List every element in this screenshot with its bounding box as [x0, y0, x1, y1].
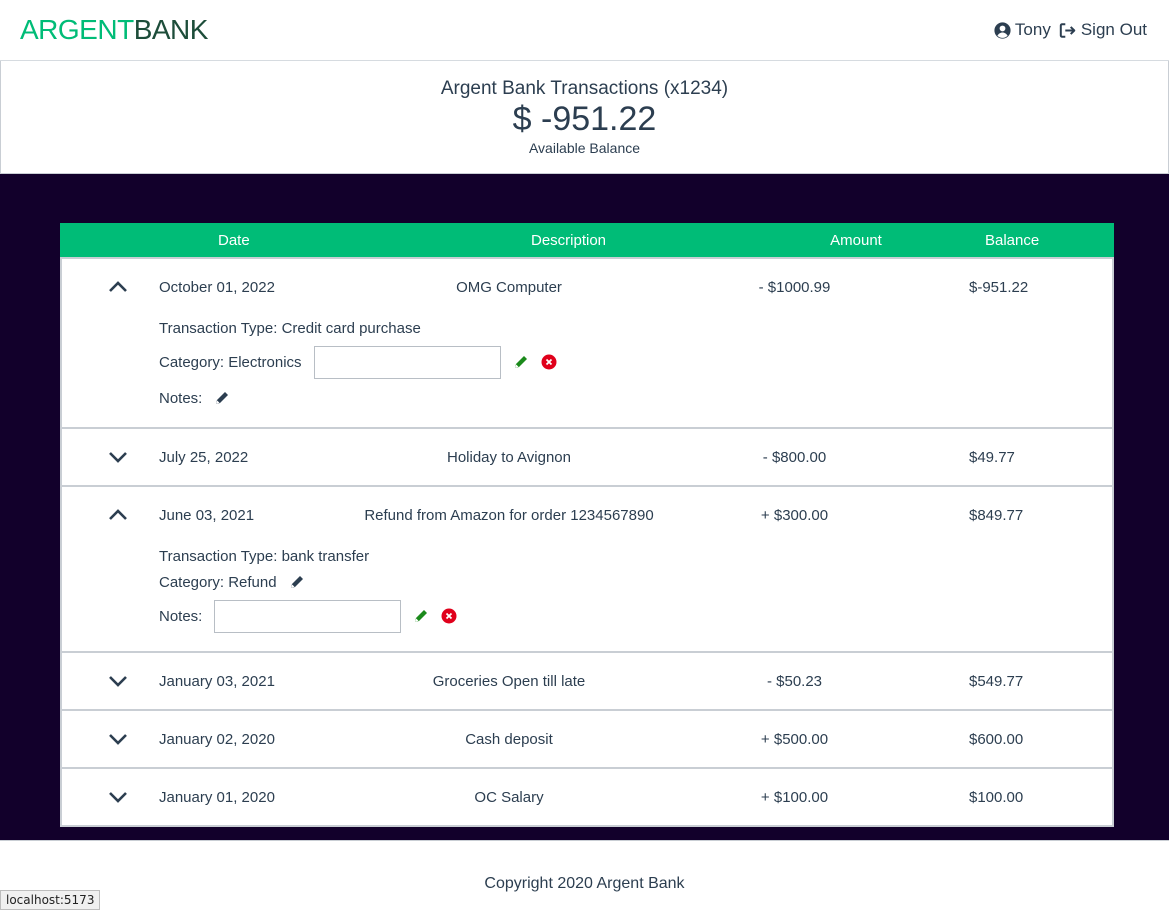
- transaction-balance: $849.77: [969, 506, 1024, 524]
- column-header-description: Description: [530, 231, 607, 249]
- transaction-amount: - $50.23: [766, 672, 823, 690]
- sign-out-icon: [1059, 22, 1077, 39]
- user-profile-link[interactable]: Tony: [994, 20, 1051, 40]
- transaction-type: Transaction Type: bank transfer: [159, 547, 370, 565]
- expand-chevron-down-icon[interactable]: [62, 733, 159, 745]
- transaction-amount: + $500.00: [760, 730, 829, 748]
- transaction-balance: $100.00: [969, 788, 1024, 806]
- transaction-balance: $49.77: [969, 448, 1015, 466]
- transaction-description: OMG Computer: [456, 278, 562, 296]
- transaction-date: July 25, 2022: [159, 448, 249, 466]
- collapse-chevron-up-icon[interactable]: [62, 281, 159, 293]
- transactions-table: Date Description Amount Balance October …: [60, 223, 1114, 827]
- notes-input[interactable]: [214, 599, 402, 633]
- transaction-description: Refund from Amazon for order 1234567890: [364, 506, 654, 524]
- transactions-section: Date Description Amount Balance October …: [0, 174, 1169, 840]
- transaction-row: January 01, 2020 OC Salary + $100.00 $10…: [60, 769, 1114, 827]
- nav-actions: Tony Sign Out: [994, 20, 1147, 40]
- transaction-date: June 03, 2021: [159, 506, 255, 524]
- notes-label: Notes:: [159, 389, 203, 407]
- transaction-balance: $549.77: [969, 672, 1024, 690]
- edit-pencil-icon[interactable]: [214, 390, 230, 406]
- expand-chevron-down-icon[interactable]: [62, 791, 159, 803]
- transaction-details: Transaction Type: bank transfer Category…: [62, 543, 1112, 651]
- transaction-balance: $600.00: [969, 730, 1024, 748]
- transaction-date: January 01, 2020: [159, 788, 275, 806]
- category-line: Category: Refund: [159, 569, 1112, 595]
- main-nav: ARGENTBANK Tony Sign Out: [0, 0, 1169, 61]
- account-header: Argent Bank Transactions (x1234) $ -951.…: [0, 61, 1169, 174]
- transaction-amount: + $300.00: [760, 506, 829, 524]
- collapse-chevron-up-icon[interactable]: [62, 509, 159, 521]
- transaction-date: October 01, 2022: [159, 278, 275, 296]
- table-header: Date Description Amount Balance: [60, 223, 1114, 257]
- transaction-date: January 03, 2021: [159, 672, 275, 690]
- transaction-row: January 03, 2021 Groceries Open till lat…: [60, 653, 1114, 711]
- argent-bank-logo[interactable]: ARGENTBANK: [20, 14, 208, 46]
- transaction-description: Groceries Open till late: [432, 672, 586, 690]
- transaction-row: October 01, 2022 OMG Computer - $1000.99…: [60, 257, 1114, 429]
- category-label: Category: Refund: [159, 573, 277, 591]
- transaction-amount: - $1000.99: [758, 278, 831, 296]
- transaction-balance: $-951.22: [969, 278, 1029, 296]
- transaction-row: July 25, 2022 Holiday to Avignon - $800.…: [60, 429, 1114, 487]
- transaction-details: Transaction Type: Credit card purchase C…: [62, 315, 1112, 427]
- account-balance: $ -951.22: [512, 100, 657, 138]
- category-label: Category: Electronics: [159, 353, 302, 371]
- account-title: Argent Bank Transactions (x1234): [440, 78, 729, 99]
- logo-text-bank: BANK: [133, 14, 209, 45]
- transaction-description: Holiday to Avignon: [447, 448, 571, 466]
- page-footer: Copyright 2020 Argent Bank: [0, 840, 1169, 910]
- category-input[interactable]: [313, 345, 501, 379]
- cancel-x-icon[interactable]: [541, 354, 557, 370]
- expand-chevron-down-icon[interactable]: [62, 675, 159, 687]
- column-header-balance: Balance: [985, 231, 1040, 249]
- notes-line: Notes:: [159, 595, 1112, 637]
- user-circle-icon: [994, 21, 1011, 39]
- sign-out-label: Sign Out: [1080, 20, 1147, 39]
- edit-pencil-icon[interactable]: [289, 574, 305, 590]
- notes-line: Notes:: [159, 383, 1112, 413]
- transaction-amount: - $800.00: [762, 448, 827, 466]
- column-header-amount: Amount: [830, 231, 882, 249]
- save-pencil-icon[interactable]: [513, 354, 529, 370]
- expand-chevron-down-icon[interactable]: [62, 451, 159, 463]
- copyright-text: Copyright 2020 Argent Bank: [484, 874, 685, 892]
- notes-label: Notes:: [159, 607, 203, 625]
- sign-out-link[interactable]: Sign Out: [1059, 20, 1147, 40]
- browser-status-url: localhost:5173: [0, 890, 101, 910]
- column-header-date: Date: [218, 231, 250, 249]
- cancel-x-icon[interactable]: [441, 608, 457, 624]
- transaction-description: OC Salary: [474, 788, 544, 806]
- transaction-row: June 03, 2021 Refund from Amazon for ord…: [60, 487, 1114, 653]
- transaction-description: Cash deposit: [465, 730, 553, 748]
- logo-text-argent: ARGENT: [20, 14, 134, 45]
- transaction-date: January 02, 2020: [159, 730, 275, 748]
- transaction-row: January 02, 2020 Cash deposit + $500.00 …: [60, 711, 1114, 769]
- save-pencil-icon[interactable]: [413, 608, 429, 624]
- category-line: Category: Electronics: [159, 341, 1112, 383]
- transaction-type: Transaction Type: Credit card purchase: [159, 319, 421, 337]
- transaction-amount: + $100.00: [760, 788, 829, 806]
- account-balance-label: Available Balance: [528, 140, 641, 156]
- user-name: Tony: [1014, 20, 1051, 39]
